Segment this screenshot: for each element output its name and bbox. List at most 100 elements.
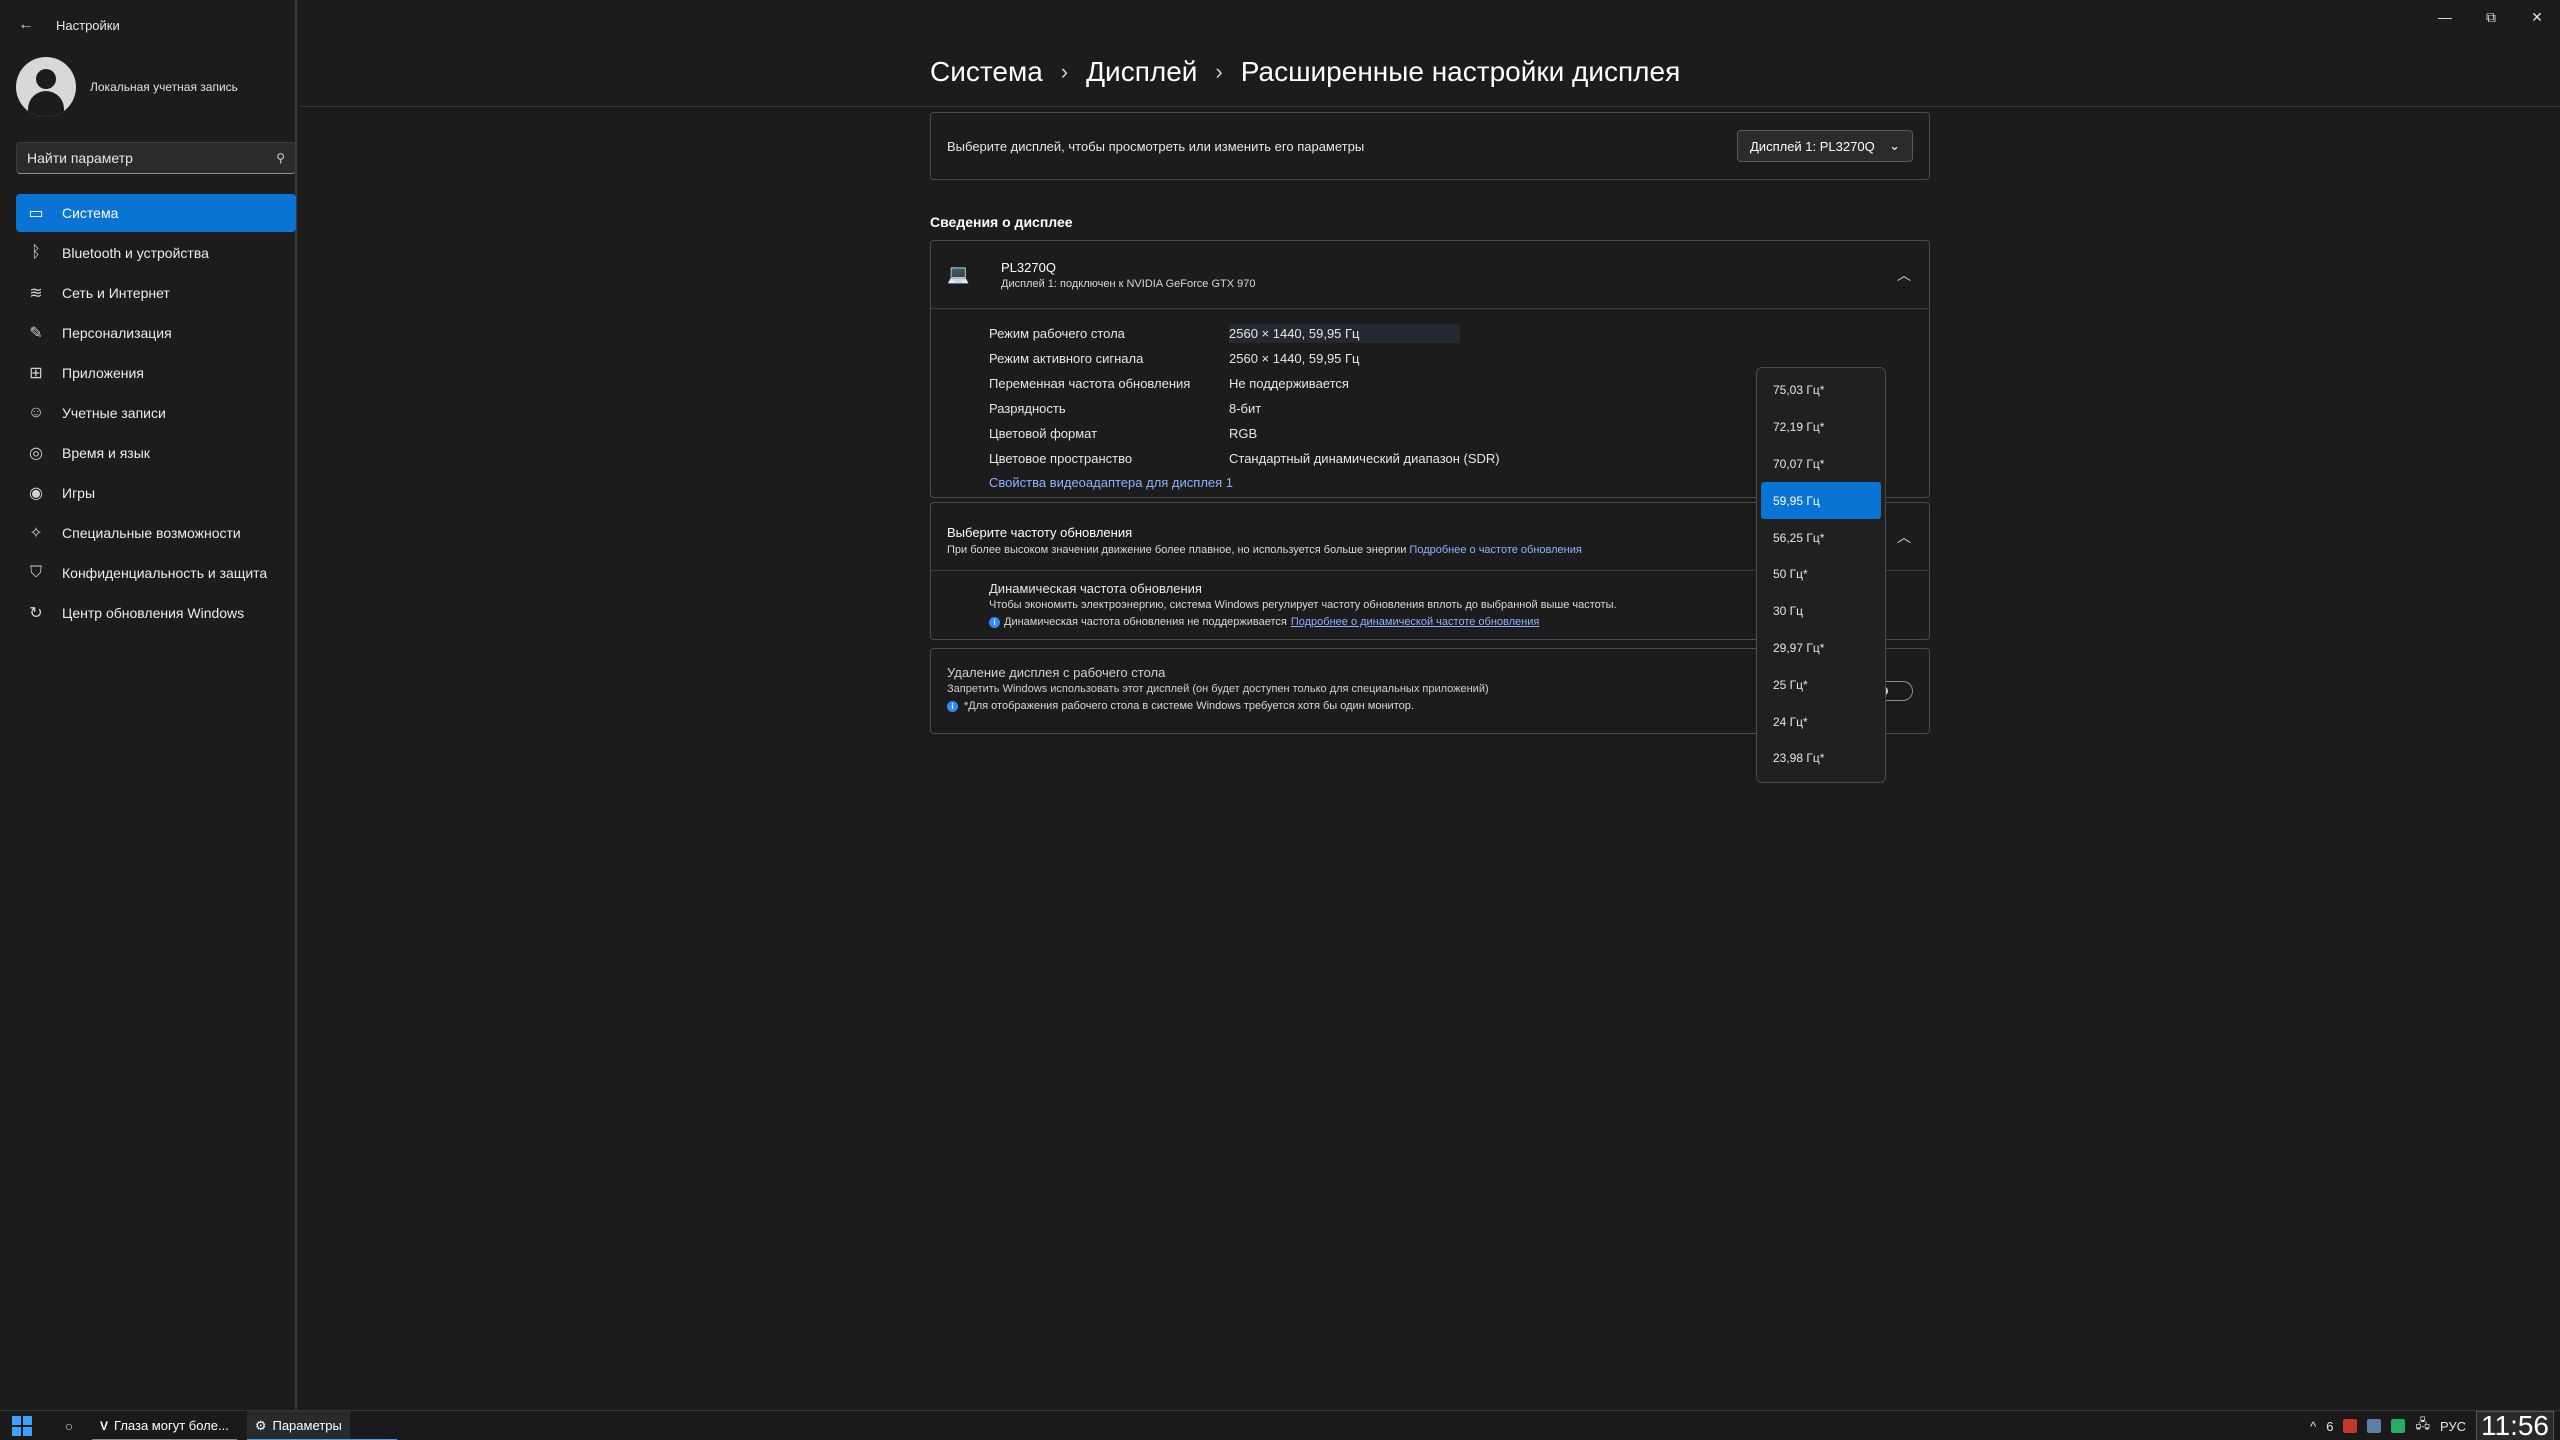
chevron-up-icon[interactable]: ︿ [1897,527,1911,547]
search-input[interactable] [27,150,277,166]
person-icon: ☺ [27,404,45,421]
display-info-label: Сведения о дисплее [930,214,1073,230]
breadcrumb: Система › Дисплей › Расширенные настройк… [930,56,1680,88]
sidebar-item-label: Центр обновления Windows [62,605,245,621]
sidebar-item-label: Время и язык [62,445,150,461]
property-value: RGB [1229,426,1258,441]
start-button[interactable] [0,1415,44,1436]
refresh-option[interactable]: 24 Гц* [1761,703,1881,740]
search-box[interactable]: ⚲ [16,142,296,174]
monitor-icon: ▭ [28,205,44,222]
sidebar-item-6[interactable]: ◎ Время и язык [16,434,296,472]
search-icon: ⚲ [276,151,285,165]
bluetooth-icon: ᛒ [31,244,41,261]
refresh-option[interactable]: 23,98 Гц* [1761,740,1881,777]
sidebar-item-9[interactable]: ⛉ Конфиденциальность и защита [16,554,296,592]
gamepad-icon: ◉ [29,485,43,502]
brush-icon: ✎ [29,325,43,342]
taskbar-app-browser[interactable]: V Глаза могут боле... [92,1411,237,1440]
sidebar-item-label: Учетные записи [62,405,166,421]
vivaldi-icon: V [100,1418,109,1433]
breadcrumb-system[interactable]: Система [930,56,1043,88]
refresh-option[interactable]: 70,07 Гц* [1761,446,1881,483]
system-tray: ^ 6 🖧 РУС 11:56 [2310,1410,2560,1440]
taskbar-app-settings[interactable]: ⚙ Параметры [246,1410,397,1440]
refresh-more-link[interactable]: Подробнее о частоте обновления [1409,544,1581,556]
app-title: Настройки [56,17,120,33]
sidebar-item-2[interactable]: ≋ Сеть и Интернет [16,274,296,312]
sidebar-item-7[interactable]: ◉ Игры [16,474,296,512]
sidebar-item-10[interactable]: ↻ Центр обновления Windows [16,594,296,632]
property-key: Переменная частота обновления [989,376,1191,391]
sidebar-item-0[interactable]: ▭ Система [16,194,296,232]
info-icon: i [989,616,1000,628]
restore-button[interactable]: ⧉ [2468,4,2514,30]
sidebar-item-label: Приложения [62,365,144,381]
tray-app-icon[interactable] [2367,1419,2382,1433]
refresh-option[interactable]: 72,19 Гц* [1761,409,1881,446]
sidebar: ← Настройки Локальная учетная запись ⚲ ▭… [0,0,297,1410]
select-display-text: Выберите дисплей, чтобы просмотреть или … [947,138,1365,154]
network-icon[interactable]: 🖧 [2415,1415,2430,1437]
property-key: Режим активного сигнала [989,351,1144,366]
update-icon: ↻ [29,605,43,622]
display-name: PL3270Q [1001,259,1056,275]
back-arrow-icon[interactable]: ← [18,16,34,34]
breadcrumb-display[interactable]: Дисплей [1086,56,1197,88]
sidebar-item-1[interactable]: ᛒ Bluetooth и устройства [16,234,296,272]
property-key: Цветовое пространство [989,451,1133,466]
property-key: Режим рабочего стола [989,326,1125,341]
chevron-right-icon: › [1215,59,1223,84]
sidebar-item-label: Игры [62,485,96,501]
sidebar-item-label: Конфиденциальность и защита [62,565,268,581]
chevron-right-icon: › [1060,59,1069,84]
apps-icon: ⊞ [29,365,43,382]
select-display-card: Выберите дисплей, чтобы просмотреть или … [930,112,1930,180]
refresh-option[interactable]: 75,03 Гц* [1761,372,1881,409]
close-button[interactable]: ✕ [2514,4,2560,30]
info-icon: i [947,700,958,712]
refresh-option[interactable]: 25 Гц* [1761,666,1881,703]
shield-icon: ⛉ [29,564,42,581]
clock[interactable]: 11:56 [2476,1410,2554,1440]
sidebar-item-label: Персонализация [62,325,172,341]
display-subtitle: Дисплей 1: подключен к NVIDIA GeForce GT… [1001,277,1256,290]
display-info-header[interactable]: 💻 PL3270Q Дисплей 1: подключен к NVIDIA … [931,241,1929,309]
account[interactable]: Локальная учетная запись [16,57,238,117]
taskbar-search-icon[interactable]: ○ [56,1418,82,1434]
header-divider [300,106,2560,107]
tray-badge[interactable]: 6 [2326,1419,2333,1434]
refresh-subtitle-text: При более высоком значении движение боле… [947,544,1407,556]
sidebar-item-3[interactable]: ✎ Персонализация [16,314,296,352]
globe-icon: ◎ [29,445,43,462]
gear-icon: ⚙ [254,1417,267,1433]
display-dropdown[interactable]: Дисплей 1: PL3270Q ⌄ [1737,130,1913,162]
dynamic-refresh-link[interactable]: Подробнее о динамической частоте обновле… [1291,616,1539,628]
taskbar: ○ V Глаза могут боле... ⚙ Параметры ^ 6 … [0,1410,2560,1440]
sidebar-item-label: Специальные возможности [62,525,241,541]
refresh-option[interactable]: 29,97 Гц* [1761,630,1881,667]
language-indicator[interactable]: РУС [2440,1419,2466,1434]
remove-display-note-text: *Для отображения рабочего стола в систем… [964,700,1414,712]
sidebar-item-8[interactable]: ✧ Специальные возможности [16,514,296,552]
back-row: ← Настройки [18,16,120,34]
refresh-option[interactable]: 50 Гц* [1761,556,1881,593]
window-controls: — ⧉ ✕ [2422,4,2560,30]
avatar [16,57,76,117]
refresh-option[interactable]: 59,95 Гц [1761,482,1881,520]
sidebar-item-5[interactable]: ☺ Учетные записи [16,394,296,432]
minimize-button[interactable]: — [2422,4,2468,30]
refresh-option[interactable]: 30 Гц [1761,593,1881,630]
chevron-up-icon[interactable]: ︿ [1897,265,1911,285]
refresh-option[interactable]: 56,25 Гц* [1761,519,1881,556]
tray-expand-icon[interactable]: ^ [2310,1419,2316,1434]
taskbar-app-settings-label: Параметры [272,1418,342,1433]
tray-app-icon[interactable] [2343,1419,2358,1433]
wifi-icon: ≋ [29,285,43,302]
page-title: Расширенные настройки дисплея [1240,56,1681,87]
property-value: 2560 × 1440, 59,95 Гц [1229,324,1460,343]
sidebar-item-4[interactable]: ⊞ Приложения [16,354,296,392]
property-key: Разрядность [989,401,1066,416]
tray-app-icon[interactable] [2391,1419,2406,1433]
display-dropdown-value: Дисплей 1: PL3270Q [1750,138,1875,154]
